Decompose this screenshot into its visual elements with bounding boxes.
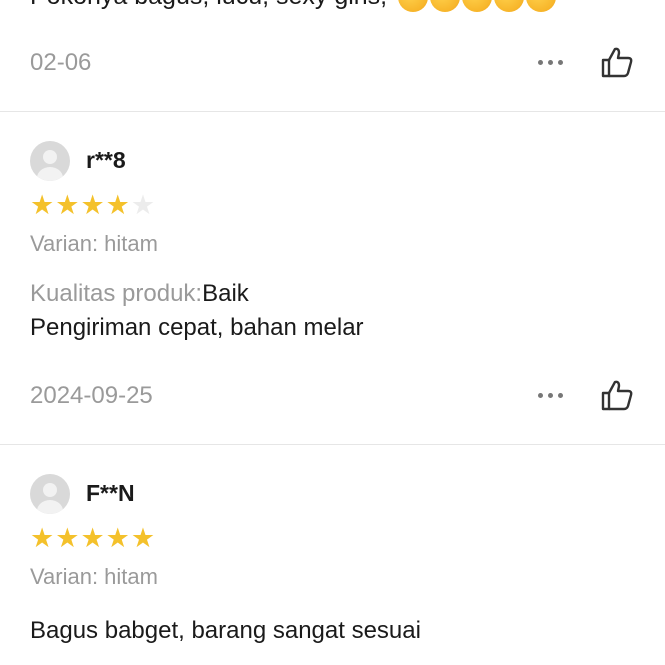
star-icon: ★ [80, 190, 105, 220]
review-text: Bagus babget, barang sangat sesuai [30, 617, 421, 644]
emoji-row [398, 0, 557, 13]
star-rating: ★ ★ ★ ★ ★ [30, 523, 635, 553]
quality-label: Kualitas produk: [30, 280, 203, 307]
smiling-face-with-hearts-emoji-icon [398, 0, 429, 13]
thumbs-up-icon[interactable] [599, 378, 635, 414]
more-dots-icon[interactable] [538, 393, 563, 398]
divider [0, 111, 665, 112]
star-icon: ★ [30, 523, 55, 553]
reviewer-name: r**8 [86, 147, 126, 173]
default-avatar-icon [30, 141, 70, 181]
review-list: Pokonya bagus, lucu, sexy girls, 02-06 r… [0, 0, 665, 665]
variant-label: Varian: hitam [30, 564, 158, 589]
star-icon: ★ [80, 523, 105, 553]
star-icon: ★ [30, 190, 55, 220]
star-icon: ★ [55, 190, 80, 220]
smiling-face-with-hearts-emoji-icon [494, 0, 525, 13]
reviewer-name: F**N [86, 480, 135, 506]
quality-line: Kualitas produk:Baik [30, 277, 635, 311]
review-item: r**8 ★ ★ ★ ★ ★ Varian: hitam Kualitas pr… [30, 141, 635, 345]
review-text: Pokonya bagus, lucu, sexy girls, [30, 0, 557, 13]
reviewer-row: r**8 [30, 141, 635, 181]
star-icon: ★ [55, 523, 80, 553]
star-empty-icon: ★ [130, 190, 156, 220]
review-date: 02-06 [30, 49, 92, 76]
default-avatar-icon [30, 474, 70, 514]
review-meta-row: 2024-09-25 [30, 378, 635, 414]
star-icon: ★ [105, 190, 130, 220]
smiling-face-with-hearts-emoji-icon [526, 0, 557, 13]
star-rating: ★ ★ ★ ★ ★ [30, 190, 635, 220]
smiling-face-with-hearts-emoji-icon [462, 0, 493, 13]
review-text-content: Pokonya bagus, lucu, sexy girls, [30, 0, 387, 10]
star-icon: ★ [105, 523, 130, 553]
more-dots-icon[interactable] [538, 60, 563, 65]
review-item: F**N ★ ★ ★ ★ ★ Varian: hitam Bagus babge… [30, 474, 635, 648]
review-date: 2024-09-25 [30, 382, 153, 409]
thumbs-up-icon[interactable] [599, 45, 635, 81]
review-meta-row: 02-06 [30, 45, 635, 81]
review-text: Pengiriman cepat, bahan melar [30, 314, 364, 341]
star-icon: ★ [130, 523, 156, 553]
quality-value: Baik [202, 280, 249, 307]
variant-label: Varian: hitam [30, 231, 158, 256]
smiling-face-with-hearts-emoji-icon [430, 0, 461, 13]
divider [0, 444, 665, 445]
reviewer-row: F**N [30, 474, 635, 514]
